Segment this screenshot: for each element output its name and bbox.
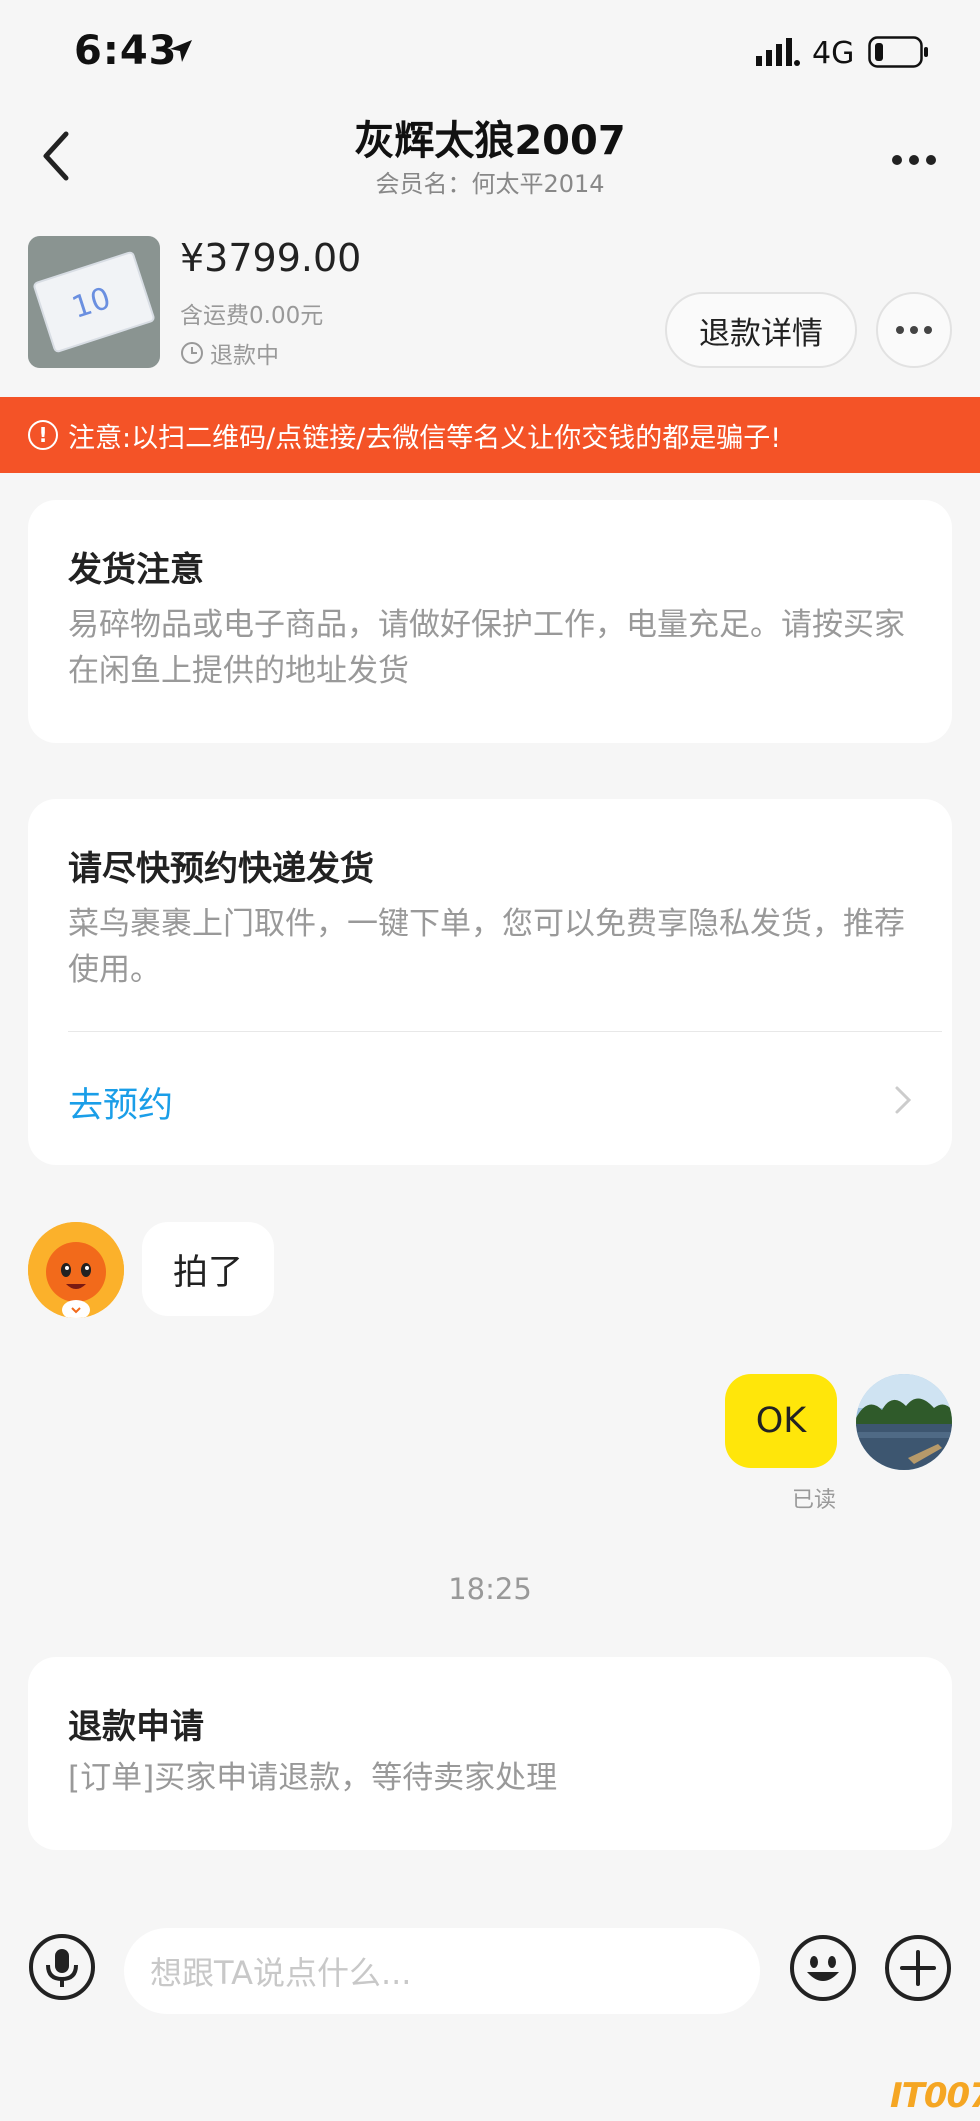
scam-warning-banner: ! 注意:以扫二维码/点链接/去微信等名义让你交钱的都是骗子! <box>0 397 980 473</box>
message-input[interactable]: 想跟TA说点什么... <box>124 1928 760 2014</box>
time-divider: 18:25 <box>448 1572 532 1606</box>
chat-title: 灰辉太狼2007 <box>354 118 626 164</box>
outgoing-message[interactable]: OK <box>725 1374 837 1468</box>
status-time: 6:43 <box>74 28 178 74</box>
clock-icon <box>181 342 203 364</box>
message-input-placeholder: 想跟TA说点什么... <box>150 1954 412 1992</box>
incoming-message[interactable]: 拍了 <box>142 1222 274 1316</box>
chevron-right-icon[interactable] <box>894 1085 912 1115</box>
watermark-logo: IT007 <box>890 2076 980 2116</box>
refund-status: 退款中 <box>180 336 279 370</box>
express-booking-card: 请尽快预约快递发货 菜鸟裹裹上门取件，一键下单，您可以免费享隐私发货，推荐使用。… <box>28 799 952 1165</box>
refund-details-button[interactable]: 退款详情 <box>665 292 857 368</box>
shipping-fee: 含运费0.00元 <box>180 303 324 329</box>
network-label: 4G <box>812 36 855 71</box>
add-attachment-icon[interactable] <box>884 1934 952 2002</box>
alert-circle-icon: ! <box>28 420 58 450</box>
refund-status-label: 退款中 <box>210 343 279 369</box>
user-avatar[interactable] <box>856 1374 952 1470</box>
seller-avatar[interactable] <box>28 1222 124 1318</box>
express-booking-title: 请尽快预约快递发货 <box>68 849 374 889</box>
battery-low-icon <box>868 36 928 68</box>
refund-request-card[interactable]: 退款申请 [订单]买家申请退款，等待卖家处理 <box>28 1657 952 1850</box>
product-more-button[interactable] <box>876 292 952 368</box>
location-arrow-icon <box>170 40 192 62</box>
express-booking-body: 菜鸟裹裹上门取件，一键下单，您可以免费享隐私发货，推荐使用。 <box>68 906 905 988</box>
more-dots-icon[interactable] <box>892 150 943 169</box>
product-price: ¥3799.00 <box>180 236 362 280</box>
card-divider <box>68 1031 942 1032</box>
signal-bars-icon <box>756 38 800 66</box>
read-status: 已读 <box>792 1488 837 1513</box>
shipping-notice-card: 发货注意 易碎物品或电子商品，请做好保护工作，电量充足。请按买家在闲鱼上提供的地… <box>28 500 952 743</box>
shipping-notice-body: 易碎物品或电子商品，请做好保护工作，电量充足。请按买家在闲鱼上提供的地址发货 <box>68 607 905 689</box>
book-pickup-link[interactable]: 去预约 <box>68 1077 173 1128</box>
member-name: 会员名：何太平2014 <box>375 170 605 198</box>
refund-request-body: [订单]买家申请退款，等待卖家处理 <box>68 1760 558 1796</box>
shipping-notice-title: 发货注意 <box>68 550 204 590</box>
emoji-icon[interactable] <box>789 1934 857 2002</box>
scam-warning-text: 注意:以扫二维码/点链接/去微信等名义让你交钱的都是骗子! <box>68 422 782 454</box>
voice-input-icon[interactable] <box>28 1933 96 2001</box>
refund-request-title: 退款申请 <box>68 1707 204 1747</box>
product-thumbnail[interactable]: 10 <box>28 236 160 368</box>
